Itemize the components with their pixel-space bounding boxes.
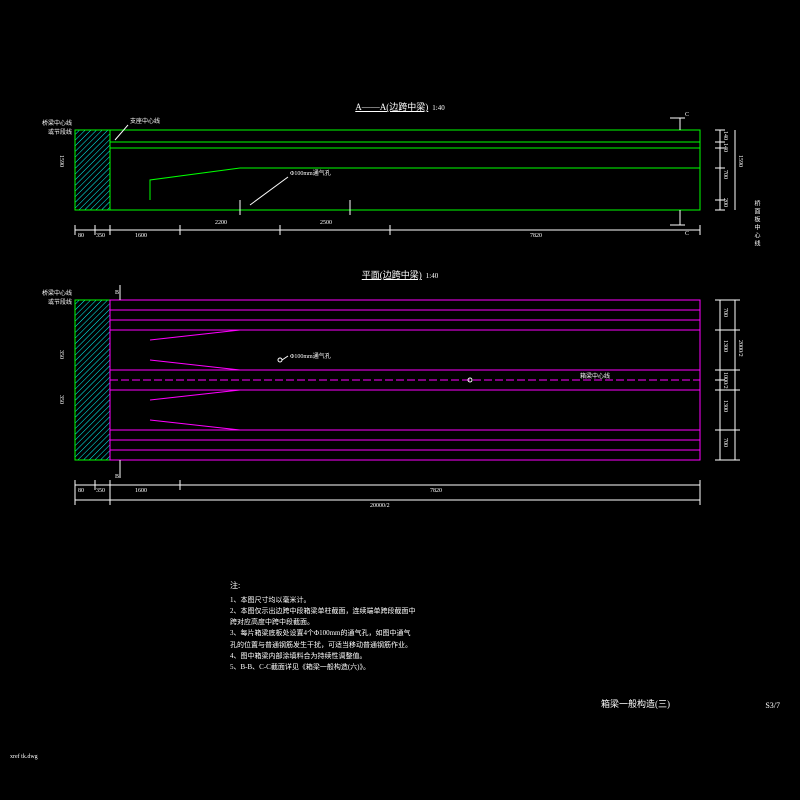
note-1: 1、本图尺寸均以毫米计。 — [230, 595, 416, 606]
section-a-elevation — [75, 118, 700, 225]
dim-a-r0: 140 — [722, 131, 728, 140]
section-c-bot: C — [685, 231, 689, 237]
section-a-dims-bottom — [75, 225, 700, 235]
sheet-number: S3/7 — [765, 701, 780, 710]
dim-a-b5: 7820 — [530, 233, 542, 239]
dim-a-b0: 80 — [78, 233, 84, 239]
dim-p-b2: 1600 — [135, 488, 147, 494]
notes-block: 注: 1、本图尺寸均以毫米计。 2、本图仅示出边跨中段箱梁单柱截面，连续端单跨段… — [230, 580, 416, 673]
notes-header: 注: — [230, 580, 416, 593]
dim-p-r2: 1000/2 — [722, 372, 728, 389]
plan-title: 平面(边跨中梁) 1:40 — [0, 268, 800, 281]
dim-p-r0: 700 — [722, 308, 728, 317]
dim-p-b0: 80 — [78, 488, 84, 494]
dim-p-r3: 2000/2 — [737, 340, 743, 357]
dim-p-b3: 7820 — [430, 488, 442, 494]
section-b-bot: B — [115, 474, 119, 480]
note-3b: 孔的位置与普通钢筋发生干扰，可适当移动普通钢筋作业。 — [230, 640, 416, 651]
plan-view — [75, 285, 700, 478]
dim-a-r3: 200 — [722, 198, 728, 207]
xref-label: xref tk.dwg — [10, 754, 38, 760]
labels: 支座中心线 Φ100mm通气孔 C C Φ100mm通气孔 箱梁中心线 B B — [115, 112, 689, 480]
dim-a-b4: 2500 — [320, 220, 332, 226]
dim-p-r4: 1300 — [722, 400, 728, 412]
note-4: 4、图中箱梁内部涂填料合为持续性调整值。 — [230, 651, 416, 662]
dim-a-b3: 2200 — [215, 220, 227, 226]
note-3: 3、每片箱梁底板处设置4个Φ100mm的通气孔，如图中通气 — [230, 628, 416, 639]
drawing-title: 箱梁一般构造(三) — [601, 697, 670, 710]
section-c-top: C — [685, 112, 689, 118]
plan-label: 平面(边跨中梁) — [362, 270, 422, 280]
dim-p-r1: 1300 — [722, 340, 728, 352]
note-5: 5、B-B、C-C截面详见《箱梁一般构造(六)》。 — [230, 662, 416, 673]
plan-scale: 1:40 — [426, 272, 438, 280]
dim-a-b1: 350 — [96, 233, 105, 239]
note-2b: 跨对应高度中跨中段截面。 — [230, 617, 416, 628]
vent-pipe-label-a: Φ100mm通气孔 — [290, 169, 331, 177]
dim-a-l0: 1590 — [58, 155, 64, 167]
note-2: 2、本图仅示出边跨中段箱梁单柱截面，连续端单跨段截面中 — [230, 606, 416, 617]
dim-a-r1: 140 — [722, 143, 728, 152]
axis-label-a: 桥梁中心线 或节段线 — [42, 118, 72, 136]
beam-center-label: 箱梁中心线 — [580, 372, 610, 380]
dim-a-b2: 1600 — [135, 233, 147, 239]
axis-label-p: 桥梁中心线 或节段线 — [42, 288, 72, 306]
dim-p-l1: 350 — [58, 395, 64, 404]
right-vert-label: 桥面板中心线 — [752, 200, 761, 248]
dim-p-l0: 350 — [58, 350, 64, 359]
dim-a-r4: 1590 — [737, 155, 743, 167]
dim-a-r2: 700 — [722, 170, 728, 179]
drawing-canvas: 支座中心线 Φ100mm通气孔 C C Φ100mm通气孔 箱梁中心线 B B — [0, 0, 800, 800]
dim-p-b4: 20000/2 — [370, 503, 390, 509]
section-b-top: B — [115, 290, 119, 296]
plan-dims-bottom — [75, 480, 700, 505]
dim-p-b1: 350 — [96, 488, 105, 494]
vent-pipe-label-plan: Φ100mm通气孔 — [290, 352, 331, 360]
dim-p-r5: 700 — [722, 438, 728, 447]
support-center-label: 支座中心线 — [130, 117, 160, 125]
